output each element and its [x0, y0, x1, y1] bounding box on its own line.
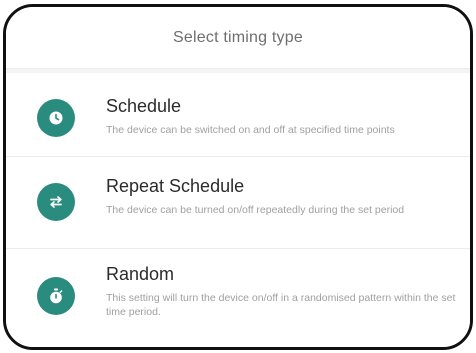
option-title: Random [106, 264, 175, 284]
option-repeat-schedule[interactable]: Repeat Schedule The device can be turned… [6, 157, 470, 249]
option-schedule-text: Schedule The device can be switched on a… [106, 95, 460, 137]
timing-type-dialog: Select timing type Schedule The device c… [3, 4, 473, 350]
dialog-title: Select timing type [173, 28, 303, 46]
option-description: This setting will turn the device on/off… [106, 292, 456, 318]
option-title: Repeat Schedule [106, 176, 245, 196]
option-repeat-schedule-text: Repeat Schedule The device can be turned… [106, 175, 460, 217]
option-description: The device can be switched on and off at… [106, 124, 395, 136]
option-description: The device can be turned on/off repeated… [106, 204, 405, 216]
dialog-header: Select timing type [6, 7, 470, 69]
option-random[interactable]: Random This setting will turn the device… [6, 249, 470, 347]
stopwatch-icon [37, 277, 75, 315]
clock-icon [37, 99, 75, 137]
repeat-arrows-icon [37, 183, 75, 221]
option-schedule[interactable]: Schedule The device can be switched on a… [6, 73, 470, 157]
option-random-text: Random This setting will turn the device… [106, 263, 460, 319]
option-title: Schedule [106, 96, 182, 116]
